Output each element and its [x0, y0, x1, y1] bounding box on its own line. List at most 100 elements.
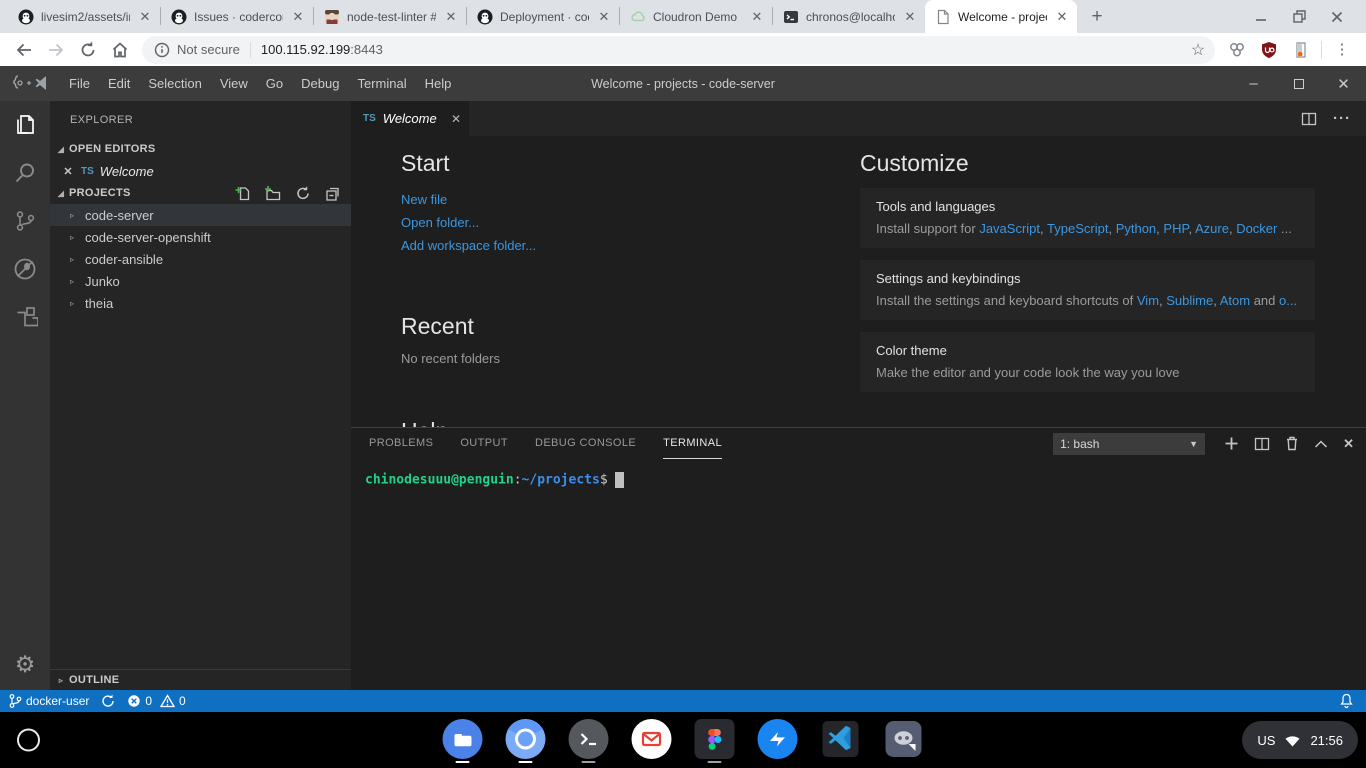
- terminal-select[interactable]: 1: bash ▼: [1053, 433, 1205, 455]
- messenger-app-icon[interactable]: [758, 719, 798, 763]
- door-extension-icon[interactable]: [1287, 36, 1315, 64]
- problems-item[interactable]: 0 0: [127, 694, 185, 708]
- project-row-junko[interactable]: ▹ Junko: [50, 270, 351, 292]
- open-editors-header[interactable]: ◢ OPEN EDITORS: [50, 138, 351, 160]
- window-minimize-button[interactable]: [1242, 0, 1280, 33]
- browser-tab-node-test-linter[interactable]: node-test-linter #26 ✕: [314, 0, 466, 33]
- settings-gear-icon[interactable]: ⚙: [0, 644, 50, 684]
- inline-link[interactable]: Python: [1116, 221, 1156, 236]
- inline-link[interactable]: Sublime: [1166, 293, 1213, 308]
- add-workspace-folder-link[interactable]: Add workspace folder...: [401, 234, 860, 257]
- system-tray[interactable]: US 21:56: [1242, 721, 1358, 759]
- window-close-button[interactable]: [1318, 0, 1356, 33]
- new-folder-icon[interactable]: [264, 185, 282, 202]
- browser-tab-issues[interactable]: Issues · codercom/ ✕: [161, 0, 313, 33]
- vscode-app-icon[interactable]: [821, 719, 861, 763]
- tab-close-icon[interactable]: ✕: [749, 9, 765, 25]
- new-terminal-icon[interactable]: [1224, 436, 1239, 451]
- browser-tab-deployment[interactable]: Deployment · coder ✕: [467, 0, 619, 33]
- tab-terminal[interactable]: TERMINAL: [663, 428, 722, 459]
- tab-close-icon[interactable]: ✕: [443, 9, 459, 25]
- project-row-coder-ansible[interactable]: ▹ coder-ansible: [50, 248, 351, 270]
- info-icon[interactable]: [154, 42, 170, 58]
- window-restore-button[interactable]: [1280, 0, 1318, 33]
- url-port[interactable]: :8443: [350, 42, 383, 57]
- new-file-link[interactable]: New file: [401, 188, 860, 211]
- card-tools-and-languages[interactable]: Tools and languages Install support for …: [860, 188, 1315, 248]
- url-host[interactable]: 100.115.92.199: [261, 42, 350, 57]
- browser-tab-chronos[interactable]: chronos@localhost ✕: [773, 0, 925, 33]
- inline-link[interactable]: JavaScript: [979, 221, 1040, 236]
- inline-link[interactable]: Atom: [1220, 293, 1250, 308]
- tab-close-icon[interactable]: ✕: [290, 9, 306, 25]
- tab-problems[interactable]: PROBLEMS: [369, 428, 433, 459]
- tab-output[interactable]: OUTPUT: [460, 428, 508, 459]
- launcher-button[interactable]: [17, 729, 40, 752]
- terminal-content[interactable]: chinodesuuu@penguin:~/projects$: [351, 459, 1366, 690]
- discord-app-icon[interactable]: [884, 719, 924, 763]
- extensions-icon[interactable]: [0, 293, 50, 341]
- ublock-origin-icon[interactable]: [1255, 36, 1283, 64]
- figma-app-icon[interactable]: [695, 719, 735, 763]
- back-icon[interactable]: [10, 36, 38, 64]
- editor-tab-welcome[interactable]: TS Welcome ✕: [351, 101, 469, 136]
- notifications-bell-icon[interactable]: [1339, 693, 1354, 709]
- chromium-app-icon[interactable]: [506, 719, 546, 763]
- vscode-close-button[interactable]: ✕: [1321, 66, 1366, 101]
- git-branch-item[interactable]: docker-user: [8, 693, 89, 709]
- tab-close-icon[interactable]: ✕: [902, 9, 918, 25]
- editor-tab-close-icon[interactable]: ✕: [451, 112, 461, 126]
- menu-debug[interactable]: Debug: [292, 66, 348, 101]
- menu-file[interactable]: File: [60, 66, 99, 101]
- vscode-maximize-button[interactable]: [1276, 66, 1321, 101]
- inline-link[interactable]: Docker: [1236, 221, 1277, 236]
- files-app-icon[interactable]: [443, 719, 483, 763]
- menu-terminal[interactable]: Terminal: [348, 66, 415, 101]
- security-label[interactable]: Not secure: [177, 42, 240, 57]
- kill-terminal-icon[interactable]: [1285, 436, 1299, 451]
- split-editor-icon[interactable]: [1301, 111, 1317, 127]
- card-settings-keybindings[interactable]: Settings and keybindings Install the set…: [860, 260, 1315, 320]
- close-editor-icon[interactable]: ✕: [61, 165, 75, 178]
- tab-close-icon[interactable]: ✕: [137, 9, 153, 25]
- inline-link[interactable]: Azure: [1195, 221, 1229, 236]
- open-folder-link[interactable]: Open folder...: [401, 211, 860, 234]
- explorer-icon[interactable]: [0, 101, 50, 149]
- source-control-icon[interactable]: [0, 197, 50, 245]
- address-bar[interactable]: Not secure 100.115.92.199 :8443 ☆: [142, 36, 1215, 64]
- split-terminal-icon[interactable]: [1254, 437, 1270, 451]
- bookmark-star-icon[interactable]: ☆: [1185, 37, 1211, 63]
- new-tab-button[interactable]: +: [1083, 3, 1111, 31]
- browser-menu-icon[interactable]: ⋮: [1328, 36, 1356, 64]
- open-editor-welcome-row[interactable]: ✕ TS Welcome: [50, 160, 351, 182]
- inline-link[interactable]: o...: [1279, 293, 1297, 308]
- close-panel-icon[interactable]: ✕: [1343, 436, 1354, 452]
- new-file-icon[interactable]: [234, 185, 251, 202]
- vscode-minimize-button[interactable]: –: [1231, 66, 1276, 101]
- tab-close-icon[interactable]: ✕: [1054, 9, 1070, 25]
- outline-section[interactable]: ▹ OUTLINE: [50, 669, 351, 690]
- menu-go[interactable]: Go: [257, 66, 292, 101]
- inline-link[interactable]: PHP: [1163, 221, 1188, 236]
- refresh-icon[interactable]: [295, 185, 311, 201]
- card-color-theme[interactable]: Color theme Make the editor and your cod…: [860, 332, 1315, 392]
- browser-tab-welcome-active[interactable]: Welcome - projects ✕: [925, 0, 1077, 33]
- reload-icon[interactable]: [74, 36, 102, 64]
- home-icon[interactable]: [106, 36, 134, 64]
- browser-tab-livesim2[interactable]: livesim2/assets/im ✕: [8, 0, 160, 33]
- menu-edit[interactable]: Edit: [99, 66, 139, 101]
- project-row-code-server-openshift[interactable]: ▹ code-server-openshift: [50, 226, 351, 248]
- menu-help[interactable]: Help: [416, 66, 461, 101]
- browser-tab-cloudron[interactable]: Cloudron Demo ✕: [620, 0, 772, 33]
- search-icon[interactable]: [0, 149, 50, 197]
- menu-selection[interactable]: Selection: [139, 66, 210, 101]
- tab-debug-console[interactable]: DEBUG CONSOLE: [535, 428, 636, 459]
- sync-item[interactable]: [101, 694, 115, 708]
- tab-close-icon[interactable]: ✕: [596, 9, 612, 25]
- project-row-theia[interactable]: ▹ theia: [50, 292, 351, 314]
- collapse-all-icon[interactable]: [324, 185, 341, 202]
- terminal-app-icon[interactable]: [569, 719, 609, 763]
- gmail-app-icon[interactable]: [632, 719, 672, 763]
- extension-rings-icon[interactable]: [1223, 36, 1251, 64]
- menu-view[interactable]: View: [211, 66, 257, 101]
